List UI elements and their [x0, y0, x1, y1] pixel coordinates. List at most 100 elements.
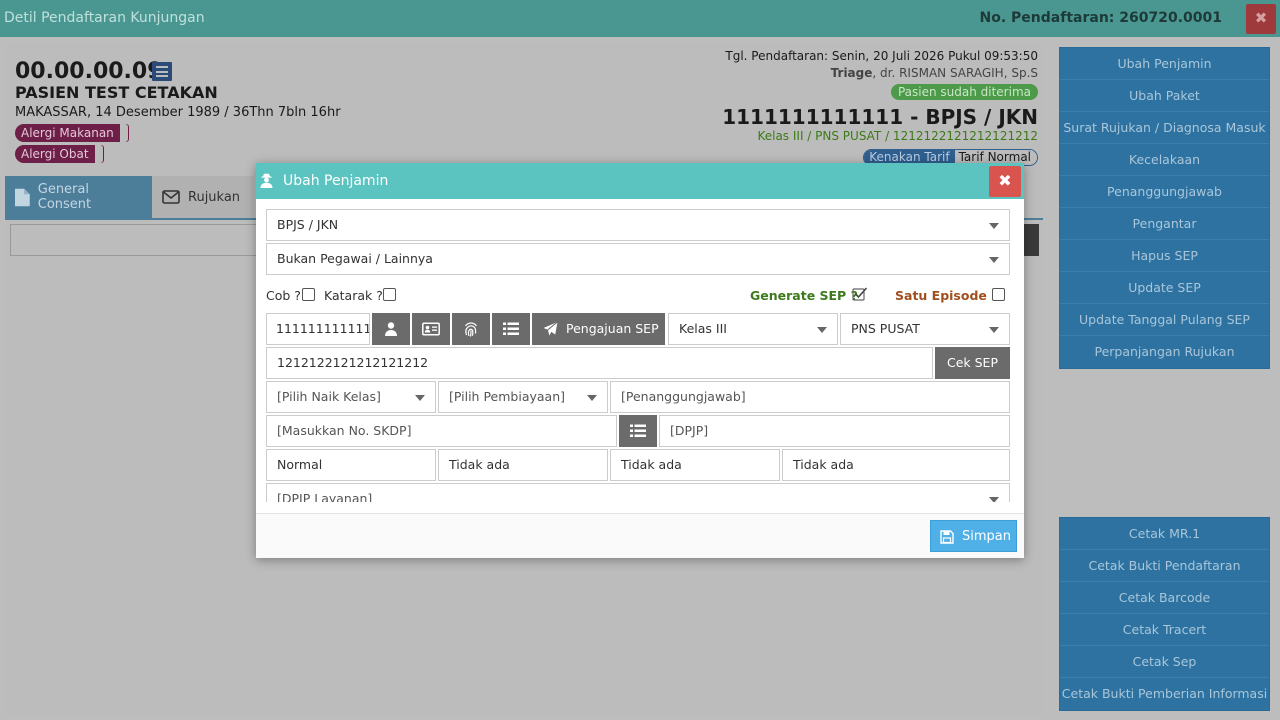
menu-cetak-bukti-pemberian-informasi[interactable]: Cetak Bukti Pemberian Informasi [1060, 678, 1269, 710]
status-field-2[interactable]: Tidak ada [438, 449, 608, 481]
pembiayaan-select[interactable]: [Pilih Pembiayaan] [438, 381, 608, 413]
tab-label: Rujukan [188, 189, 241, 205]
menu-cetak-sep[interactable]: Cetak Sep [1060, 646, 1269, 678]
naik-kelas-select[interactable]: [Pilih Naik Kelas] [266, 381, 436, 413]
paper-plane-icon [543, 321, 558, 336]
list-icon[interactable] [152, 62, 172, 81]
save-button[interactable]: Simpan [930, 520, 1017, 552]
menu-perpanjangan-rujukan[interactable]: Perpanjangan Rujukan [1060, 336, 1269, 368]
menu-ubah-penjamin[interactable]: Ubah Penjamin [1060, 48, 1269, 80]
status-badge: Pasien sudah diterima [890, 84, 1038, 100]
menu-hapus-sep[interactable]: Hapus SEP [1060, 240, 1269, 272]
user-secret-icon [260, 173, 273, 188]
tab-rujukan[interactable]: Rujukan [152, 176, 255, 218]
insurance-class-line: Kelas III / PNS PUSAT / 1212122121212121… [757, 129, 1038, 143]
membership-value: PNS PUSAT [851, 321, 920, 336]
menu-cetak-tracert[interactable]: Cetak Tracert [1060, 614, 1269, 646]
patient-name: PASIEN TEST CETAKAN [15, 83, 218, 102]
naik-kelas-placeholder: [Pilih Naik Kelas] [277, 389, 381, 404]
window-close-button[interactable]: ✖ [1246, 4, 1276, 34]
window-titlebar: Detil Pendaftaran Kunjungan No. Pendafta… [0, 0, 1280, 37]
status-field-3[interactable]: Tidak ada [610, 449, 780, 481]
list-icon [503, 322, 519, 335]
guarantor-value: BPJS / JKN [277, 217, 339, 232]
status-field-4[interactable]: Tidak ada [782, 449, 1010, 481]
ubah-penjamin-modal: Ubah Penjamin ✖ BPJS / JKN Bukan Pegawai… [256, 163, 1024, 558]
menu-kecelakaan[interactable]: Kecelakaan [1060, 144, 1269, 176]
fingerprint-icon [464, 322, 478, 337]
class-value: Kelas III [679, 321, 727, 336]
status-field-1[interactable]: Normal [266, 449, 436, 481]
tab-label: General Consent [37, 182, 92, 212]
cob-label: Cob ? [266, 288, 301, 303]
katarak-checkbox[interactable] [383, 288, 396, 301]
generate-sep-label: Generate SEP ? [750, 288, 858, 303]
chevron-down-icon [587, 395, 597, 401]
sep-number-input[interactable]: 1212122121212121212 [266, 347, 933, 379]
modal-header: Ubah Penjamin ✖ [256, 163, 1024, 199]
id-card-button[interactable] [412, 313, 450, 345]
menu-ubah-paket[interactable]: Ubah Paket [1060, 80, 1269, 112]
user-icon [385, 322, 397, 336]
employee-type-select[interactable]: Bukan Pegawai / Lainnya [266, 243, 1010, 275]
window-title: Detil Pendaftaran Kunjungan [4, 10, 205, 26]
patient-search-button[interactable] [372, 313, 410, 345]
employee-type-value: Bukan Pegawai / Lainnya [277, 251, 433, 266]
envelope-icon [162, 190, 180, 204]
action-menu: Ubah Penjamin Ubah Paket Surat Rujukan /… [1059, 47, 1270, 369]
print-menu: Cetak MR.1 Cetak Bukti Pendaftaran Cetak… [1059, 517, 1270, 711]
class-select[interactable]: Kelas III [668, 313, 838, 345]
dpjp-layanan-select[interactable]: [DPJP Layanan] [266, 483, 1010, 502]
menu-update-sep[interactable]: Update SEP [1060, 272, 1269, 304]
cek-sep-button[interactable]: Cek SEP [935, 347, 1010, 379]
menu-cetak-barcode[interactable]: Cetak Barcode [1060, 582, 1269, 614]
chevron-down-icon [989, 497, 999, 502]
unit-name: Triage [830, 66, 873, 80]
pembiayaan-placeholder: [Pilih Pembiayaan] [449, 389, 565, 404]
insurance-card-number: 1111111111111 - BPJS / JKN [722, 105, 1038, 129]
save-label: Simpan [962, 529, 1011, 544]
menu-penanggungjawab[interactable]: Penanggungjawab [1060, 176, 1269, 208]
penanggungjawab-input[interactable]: [Penanggungjawab] [610, 381, 1010, 413]
membership-select[interactable]: PNS PUSAT [840, 313, 1010, 345]
tab-bar: General Consent Rujukan [5, 176, 255, 218]
background-input[interactable] [10, 224, 262, 256]
menu-cetak-bukti-pendaftaran[interactable]: Cetak Bukti Pendaftaran [1060, 550, 1269, 582]
katarak-label: Katarak ? [324, 288, 383, 303]
modal-body: BPJS / JKN Bukan Pegawai / Lainnya Cob ?… [266, 209, 1010, 502]
pengajuan-sep-button[interactable]: Pengajuan SEP [532, 313, 665, 345]
dpjp-layanan-placeholder: [DPJP Layanan] [277, 491, 373, 502]
chevron-down-icon [989, 223, 999, 229]
chevron-down-icon [817, 327, 827, 333]
menu-pengantar[interactable]: Pengantar [1060, 208, 1269, 240]
allergy-food-toggle[interactable]: Alergi Makanan [15, 124, 128, 142]
chevron-down-icon [989, 327, 999, 333]
skdp-list-button[interactable] [619, 415, 657, 447]
chevron-down-icon [989, 257, 999, 263]
satu-episode-checkbox[interactable] [992, 288, 1005, 301]
registration-date: Tgl. Pendaftaran: Senin, 20 Juli 2026 Pu… [725, 49, 1038, 63]
registration-unit-doctor: Triage, dr. RISMAN SARAGIH, Sp.S [725, 66, 1038, 80]
fingerprint-button[interactable] [452, 313, 490, 345]
registration-info: Tgl. Pendaftaran: Senin, 20 Juli 2026 Pu… [725, 49, 1038, 80]
menu-cetak-mr1[interactable]: Cetak MR.1 [1060, 518, 1269, 550]
id-card-icon [422, 322, 440, 336]
registration-number: No. Pendaftaran: 260720.0001 [979, 10, 1222, 26]
document-icon [15, 188, 30, 206]
guarantor-select[interactable]: BPJS / JKN [266, 209, 1010, 241]
floppy-disk-icon [940, 530, 954, 544]
menu-update-tanggal-pulang-sep[interactable]: Update Tanggal Pulang SEP [1060, 304, 1269, 336]
modal-close-button[interactable]: ✖ [989, 166, 1021, 197]
skdp-input[interactable]: [Masukkan No. SKDP] [266, 415, 617, 447]
allergy-drug-toggle[interactable]: Alergi Obat [15, 145, 103, 163]
cob-checkbox[interactable] [302, 288, 315, 301]
menu-surat-rujukan[interactable]: Surat Rujukan / Diagnosa Masuk [1060, 112, 1269, 144]
patient-mr-number: 00.00.00.09 [15, 59, 163, 84]
patient-birth-info: MAKASSAR, 14 Desember 1989 / 36Thn 7bln … [15, 105, 341, 120]
card-number-input[interactable]: 111111111111 [266, 313, 370, 345]
tab-general-consent[interactable]: General Consent [5, 176, 152, 218]
generate-sep-checkbox[interactable] [852, 286, 868, 302]
satu-episode-label: Satu Episode ? [895, 288, 999, 303]
list-button[interactable] [492, 313, 530, 345]
dpjp-input[interactable]: [DPJP] [659, 415, 1010, 447]
